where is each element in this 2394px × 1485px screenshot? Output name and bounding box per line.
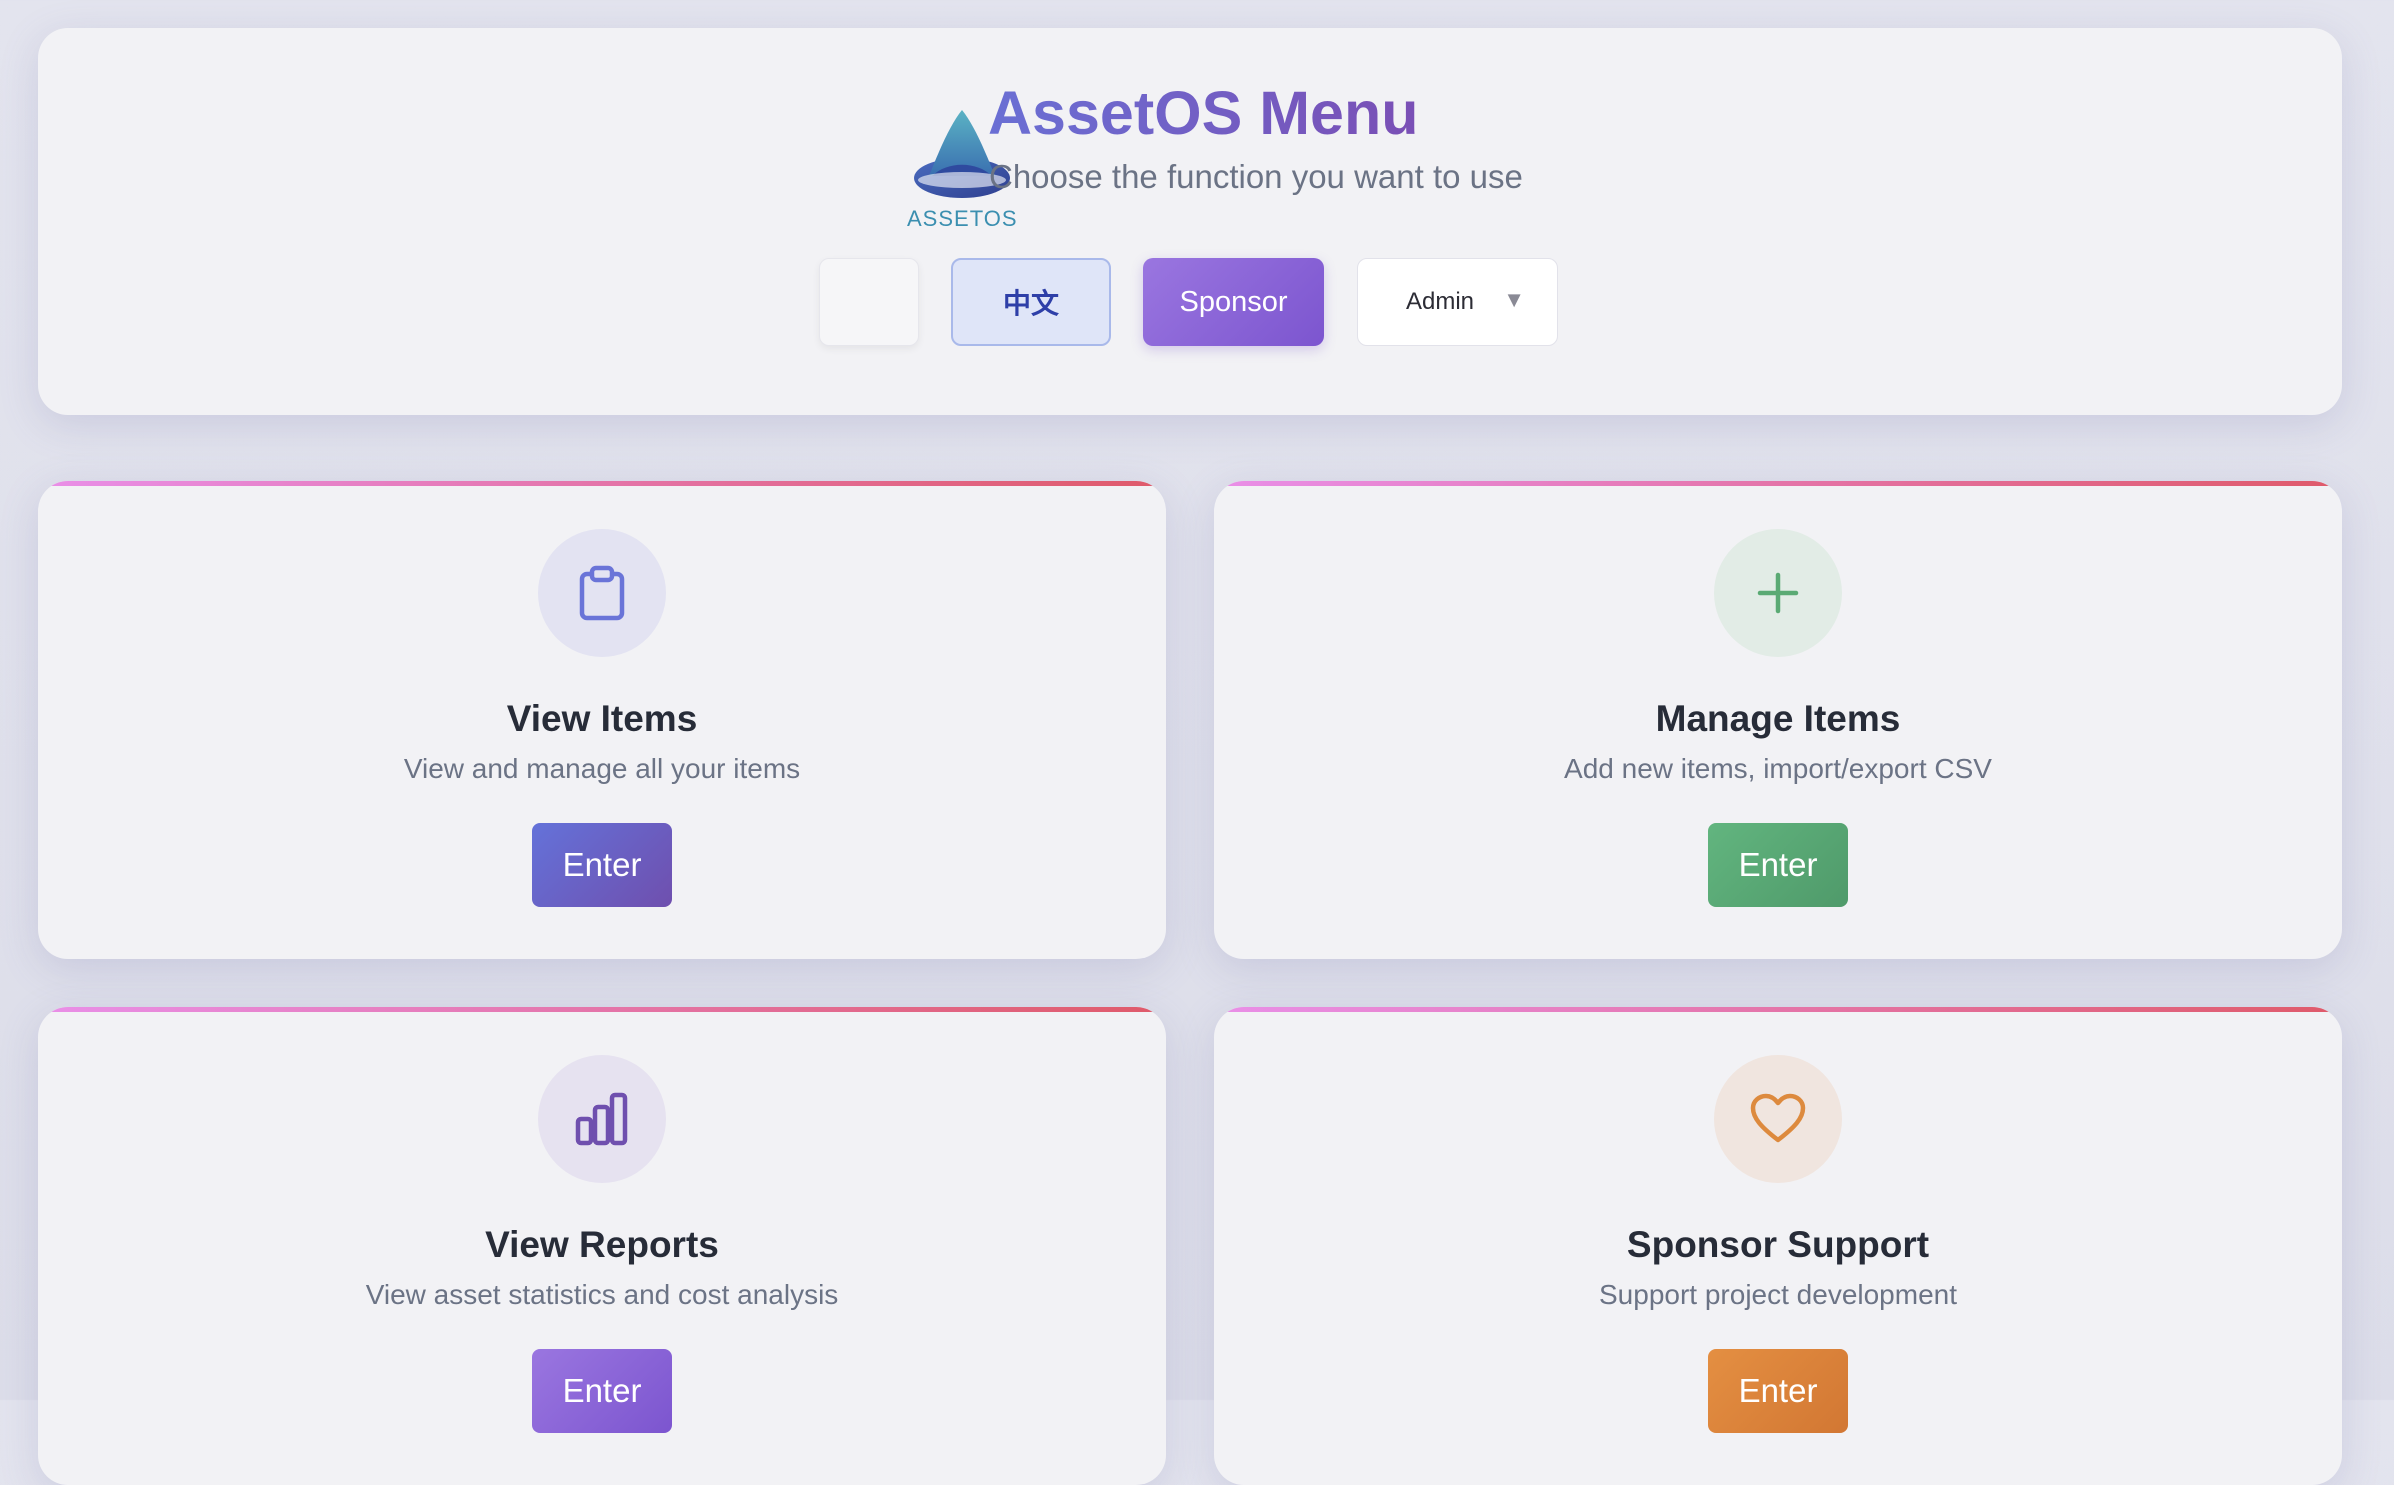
- heart-icon: [1750, 1093, 1806, 1143]
- header-card: ASSETOS AssetOS Menu Choose the function…: [38, 28, 2342, 415]
- language-toggle-button[interactable]: 中文: [951, 258, 1111, 346]
- logo-wordmark: ASSETOS: [907, 206, 1018, 231]
- card-top-border: [38, 1007, 1166, 1012]
- view-reports-card: View Reports View asset statistics and c…: [38, 1007, 1166, 1485]
- user-select-value: Admin: [1406, 288, 1475, 315]
- chevron-down-icon: ▼: [1503, 287, 1525, 312]
- card-top-border: [38, 481, 1166, 486]
- theme-toggle-button[interactable]: [819, 258, 919, 346]
- card-top-border: [1214, 1007, 2342, 1012]
- card-top-border: [1214, 481, 2342, 486]
- clipboard-icon: [579, 565, 625, 621]
- sponsor-support-enter-button[interactable]: Enter: [1708, 1349, 1848, 1433]
- card-description: Add new items, import/export CSV: [1564, 753, 1992, 784]
- card-title: Sponsor Support: [1626, 1224, 1930, 1265]
- card-title: View Reports: [485, 1224, 719, 1265]
- view-reports-icon-circle: [538, 1055, 666, 1183]
- view-items-icon-circle: [538, 529, 666, 657]
- card-title: Manage Items: [1655, 698, 1901, 739]
- card-description: Support project development: [1599, 1279, 1957, 1310]
- sponsor-button[interactable]: Sponsor: [1143, 258, 1324, 346]
- manage-items-enter-button[interactable]: Enter: [1708, 823, 1848, 907]
- card-title: View Items: [506, 698, 698, 739]
- sponsor-support-icon-circle: [1714, 1055, 1842, 1183]
- plus-icon: [1757, 572, 1799, 614]
- view-items-card: View Items View and manage all your item…: [38, 481, 1166, 959]
- bar-chart-icon: [575, 1092, 628, 1146]
- manage-items-card: Manage Items Add new items, import/expor…: [1214, 481, 2342, 959]
- view-items-enter-button[interactable]: Enter: [532, 823, 672, 907]
- page-subtitle: Choose the function you want to use: [989, 158, 1523, 195]
- manage-items-icon-circle: [1714, 529, 1842, 657]
- user-select[interactable]: Admin ▼: [1357, 258, 1558, 346]
- card-description: View asset statistics and cost analysis: [365, 1279, 839, 1310]
- card-description: View and manage all your items: [403, 753, 801, 784]
- page-title: AssetOS Menu: [988, 79, 1419, 147]
- sponsor-support-card: Sponsor Support Support project developm…: [1214, 1007, 2342, 1485]
- view-reports-enter-button[interactable]: Enter: [532, 1349, 672, 1433]
